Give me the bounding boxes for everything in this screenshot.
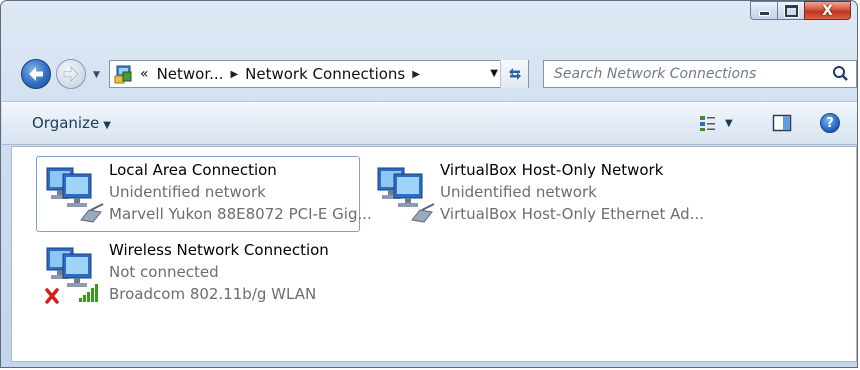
connection-text: VirtualBox Host-Only Network Unidentifie… [440,159,704,225]
close-icon: X [822,2,833,19]
breadcrumb-separator-icon[interactable]: ▶ [230,69,238,80]
connection-name: VirtualBox Host-Only Network [440,161,664,179]
connection-status: Unidentified network [440,183,597,201]
wired-network-connection-icon [372,160,438,226]
forward-arrow-icon [63,66,79,82]
preview-pane-button[interactable] [772,113,792,133]
network-folder-icon [114,64,134,84]
organize-label: Organize [32,114,100,132]
recent-pages-dropdown-icon[interactable]: ▼ [93,70,100,80]
address-bar[interactable]: « Networ... ▶ Network Connections ▶ ▼ [109,60,529,88]
connections-list: Local Area Connection Unidentified netwo… [11,146,857,362]
maximize-icon [784,4,798,17]
breadcrumb-network-connections[interactable]: Network Connections [245,65,405,83]
connection-text: Local Area Connection Unidentified netwo… [109,159,372,225]
connection-item-virtualbox[interactable]: VirtualBox Host-Only Network Unidentifie… [367,156,704,232]
connection-device: Broadcom 802.11b/g WLAN [109,285,317,303]
preview-pane-icon [772,114,792,132]
caption-buttons: X [750,1,851,21]
disconnected-x-icon [45,288,59,304]
forward-button[interactable] [56,59,86,89]
wireless-network-connection-icon [41,240,107,306]
connection-device: Marvell Yukon 88E8072 PCI-E Gig... [109,205,372,223]
change-view-button[interactable]: ▼ [699,113,743,133]
chevron-down-icon: ▼ [103,120,111,131]
connection-item-local-area[interactable]: Local Area Connection Unidentified netwo… [36,156,372,232]
chevron-down-icon[interactable]: ▼ [725,118,733,129]
navigation-bar: ▼ « Networ... ▶ Network Connections ▶ ▼ [1,45,857,89]
address-dropdown-icon[interactable]: ▼ [490,68,498,79]
organize-button[interactable]: Organize ▼ [32,114,111,132]
connection-status: Unidentified network [109,183,266,201]
wired-network-connection-icon [41,160,107,226]
minimize-button[interactable] [750,1,777,20]
refresh-button[interactable] [500,60,528,88]
search-box[interactable] [543,60,857,88]
search-input[interactable] [544,61,830,87]
maximize-button[interactable] [777,1,804,20]
breadcrumb-separator-icon[interactable]: ▶ [412,69,420,80]
command-bar: Organize ▼ ▼ ? [2,101,857,145]
search-icon[interactable] [830,63,852,85]
back-arrow-icon [29,67,43,81]
breadcrumb-network[interactable]: Networ... [157,65,224,83]
breadcrumb-overflow[interactable]: « [140,66,149,82]
help-icon[interactable]: ? [820,113,840,133]
connection-text: Wireless Network Connection Not connecte… [109,239,329,305]
close-button[interactable]: X [804,1,851,20]
refresh-icon [508,68,521,80]
connection-status: Not connected [109,263,219,281]
minimize-icon [758,11,770,16]
connection-device: VirtualBox Host-Only Ethernet Ad... [440,205,704,223]
back-button[interactable] [21,59,51,89]
connection-name: Wireless Network Connection [109,241,329,259]
explorer-window: X ▼ « Networ... ▶ Network Connections ▶ … [0,0,858,368]
connection-name: Local Area Connection [109,161,277,179]
connection-item-wireless[interactable]: Wireless Network Connection Not connecte… [36,236,360,312]
view-options-icon [700,116,715,131]
